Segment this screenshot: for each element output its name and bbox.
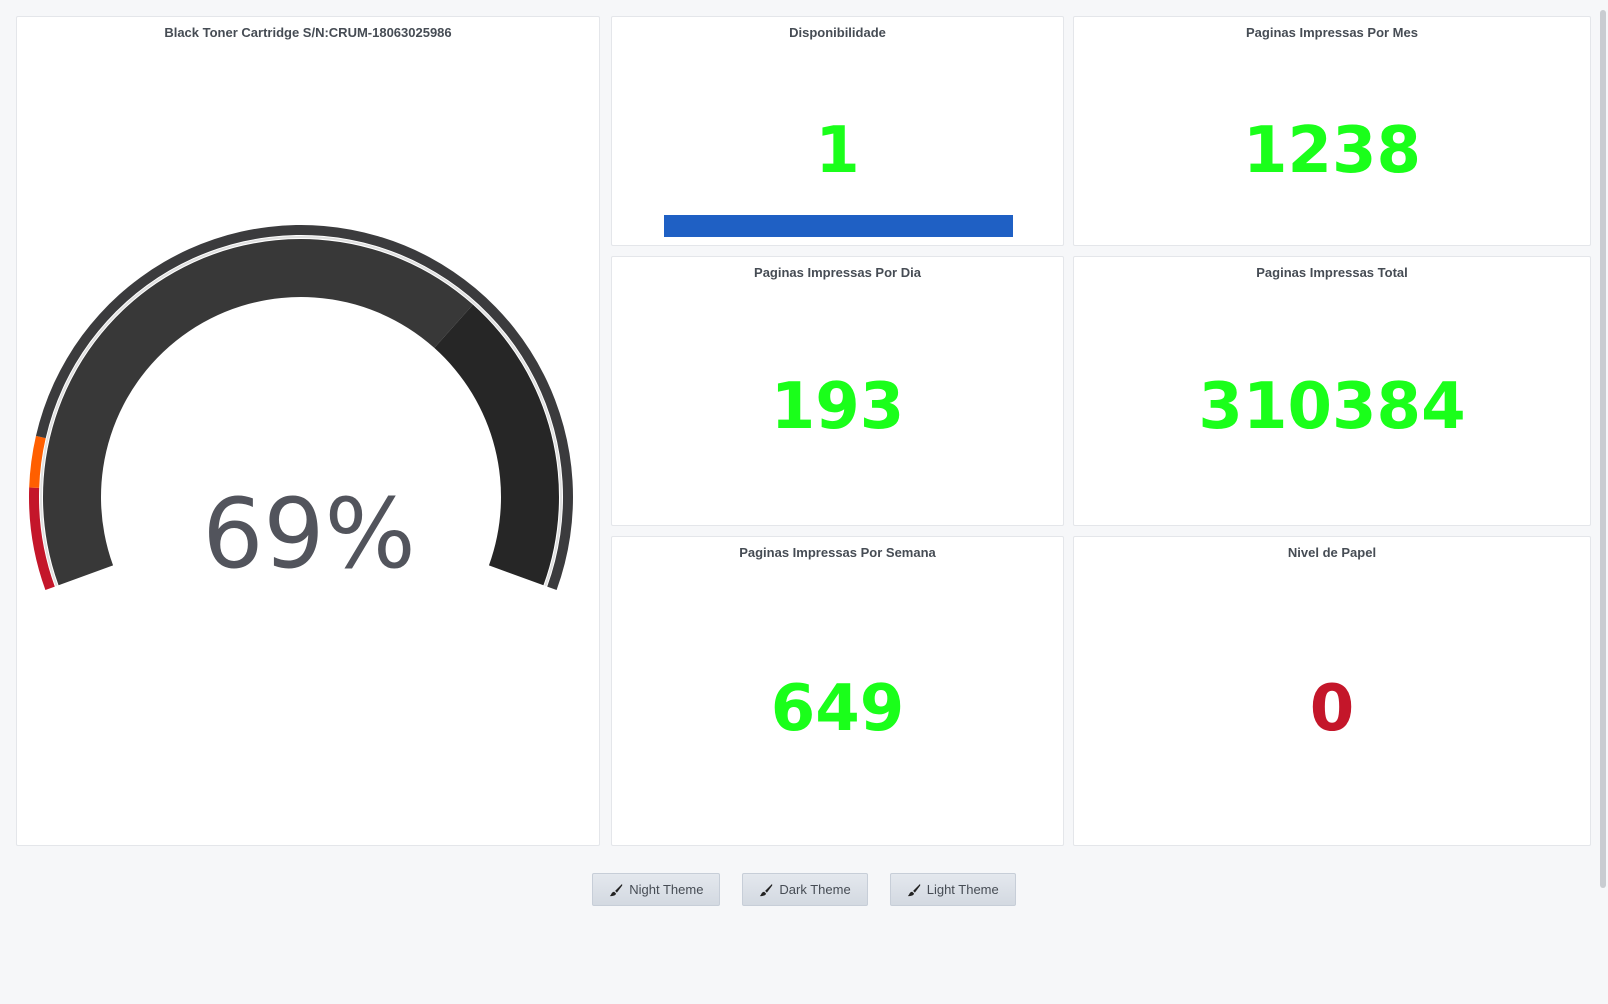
nivel-de-papel-panel: Nivel de Papel 0 — [1073, 536, 1591, 846]
disponibilidade-value: 1 — [815, 114, 860, 188]
paginas-por-mes-value: 1238 — [1242, 114, 1422, 188]
toner-gauge: 69% — [28, 224, 574, 591]
theme-buttons: Night Theme Dark Theme Light Theme — [0, 873, 1608, 906]
paintbrush-icon — [907, 883, 920, 896]
gauge-value-text: 69% — [202, 478, 415, 590]
paginas-por-semana-value: 649 — [770, 672, 905, 746]
disponibilidade-bar-track — [664, 215, 1013, 237]
paintbrush-icon — [610, 883, 623, 896]
night-theme-label: Night Theme — [629, 882, 704, 897]
disponibilidade-panel: Disponibilidade 1 — [611, 16, 1064, 246]
gauge-empty-arc — [434, 304, 559, 586]
panel-title: Paginas Impressas Por Dia — [754, 265, 921, 280]
paintbrush-icon — [760, 883, 773, 896]
nivel-de-papel-value: 0 — [1309, 672, 1355, 746]
disponibilidade-bar — [664, 215, 1013, 237]
panel-title: Paginas Impressas Por Mes — [1246, 25, 1418, 40]
panel-title: Disponibilidade — [789, 25, 886, 40]
panel-title: Paginas Impressas Total — [1256, 265, 1408, 280]
page-scrollbar[interactable] — [1600, 10, 1606, 888]
paginas-por-dia-value: 193 — [770, 370, 905, 444]
light-theme-button[interactable]: Light Theme — [889, 873, 1016, 906]
paginas-por-dia-panel: Paginas Impressas Por Dia 193 — [611, 256, 1064, 526]
dark-theme-label: Dark Theme — [779, 882, 851, 897]
dark-theme-button[interactable]: Dark Theme — [742, 873, 868, 906]
paginas-total-panel: Paginas Impressas Total 310384 — [1073, 256, 1591, 526]
paginas-por-semana-panel: Paginas Impressas Por Semana 649 — [611, 536, 1064, 846]
paginas-por-mes-panel: Paginas Impressas Por Mes 1238 — [1073, 16, 1591, 246]
night-theme-button[interactable]: Night Theme — [592, 873, 721, 906]
panel-title: Paginas Impressas Por Semana — [739, 545, 936, 560]
panel-title: Nivel de Papel — [1287, 545, 1377, 560]
light-theme-label: Light Theme — [926, 882, 999, 897]
toner-gauge-panel: Black Toner Cartridge S/N:CRUM-180630259… — [16, 16, 600, 846]
paginas-total-value: 310384 — [1198, 370, 1466, 444]
